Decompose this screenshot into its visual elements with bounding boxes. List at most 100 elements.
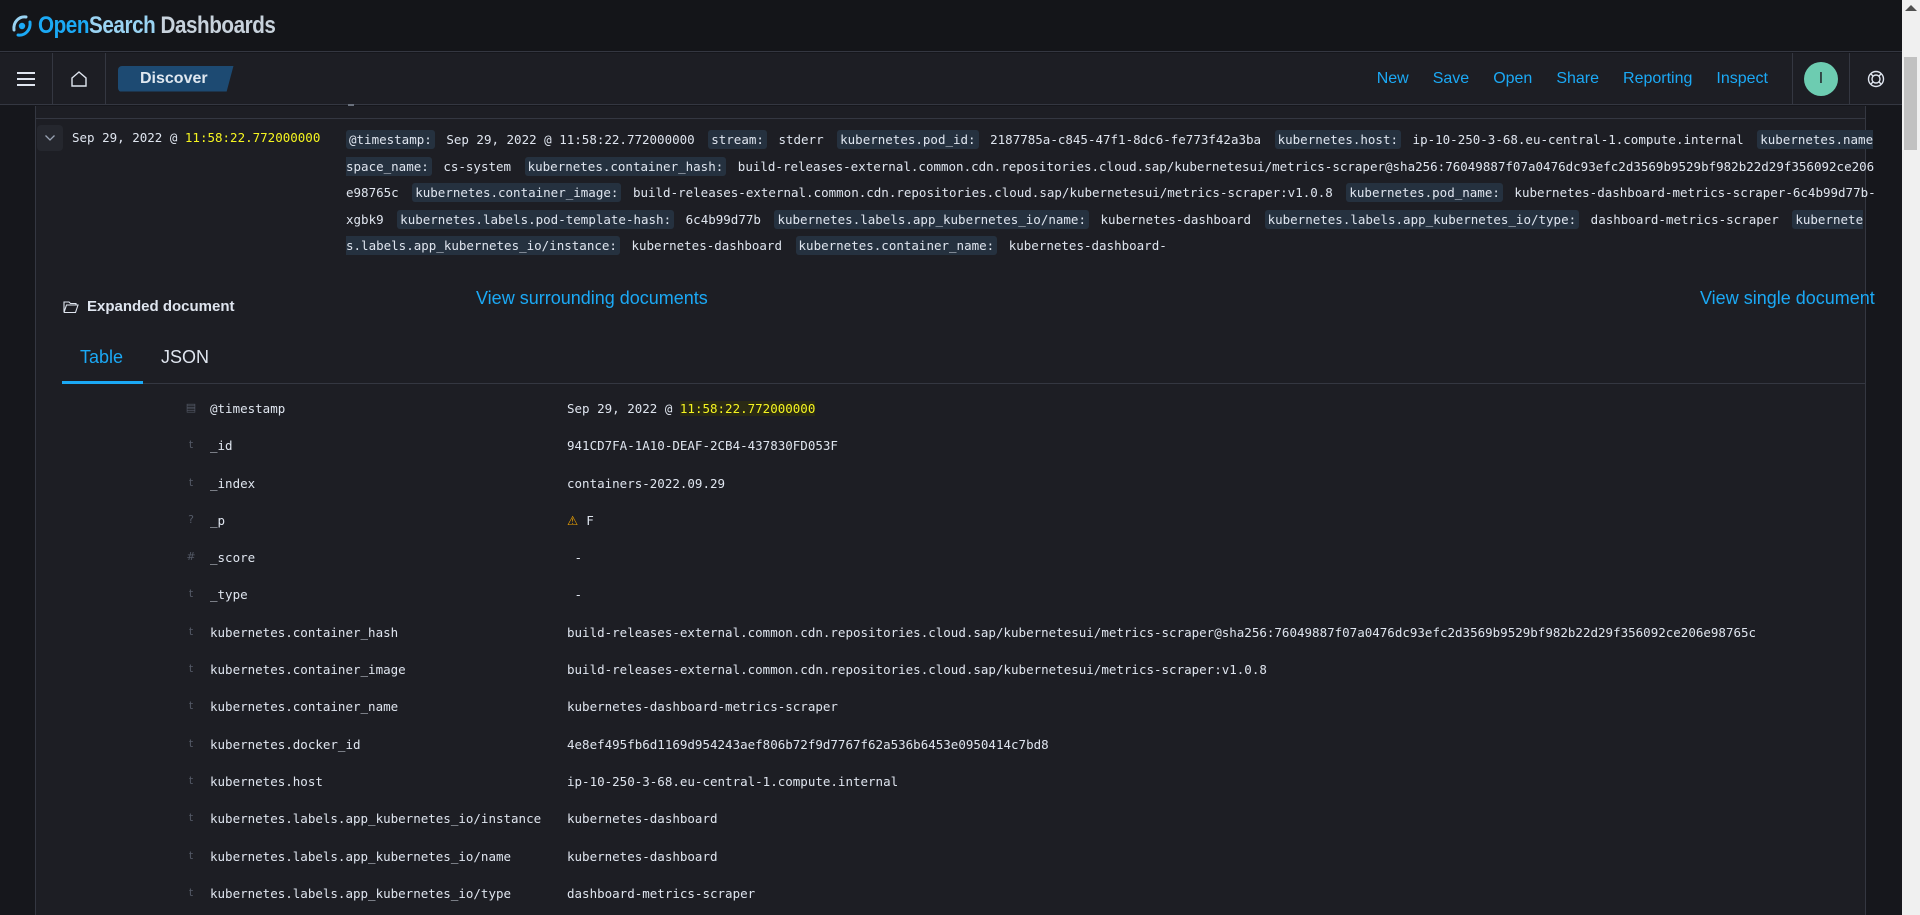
field-value-text: 941CD7FA-1A10-DEAF-2CB4-437830FD053F: [567, 438, 838, 454]
summary-field-key: kubernetes.labels.pod-template-hash:: [397, 209, 675, 229]
divider: [35, 118, 1865, 119]
field-value: -: [567, 550, 583, 565]
fields-table: ▤ @timestamp Sep 29, 2022 @ 11:58:22.77200…: [185, 397, 1885, 915]
share-button[interactable]: Share: [1556, 70, 1599, 88]
table-row: t _type -: [185, 583, 1885, 620]
summary-field-key: kubernetes.container_hash:: [524, 156, 727, 176]
field-name: kubernetes.container_hash: [210, 624, 399, 640]
document-tabs: Table JSON: [62, 335, 1865, 384]
table-row: t kubernetes.labels.app_kubernetes_io/typ…: [185, 882, 1885, 915]
breadcrumb-discover[interactable]: Discover: [118, 65, 234, 92]
inspect-button[interactable]: Inspect: [1716, 70, 1768, 88]
field-type-string-icon: t: [188, 624, 194, 638]
table-row: t kubernetes.docker_id 4e8ef495fb6d1169d95…: [185, 733, 1885, 770]
field-type-string-icon: t: [188, 699, 194, 713]
app-title: OpenSearch Dashboards: [38, 11, 276, 40]
opensearch-logo[interactable]: OpenSearch Dashboards: [10, 12, 314, 40]
page-scrollbar[interactable]: [1902, 0, 1920, 915]
field-value-text: 4e8ef495fb6d1169d954243aef806b72f9d7767f…: [567, 736, 1049, 752]
nav-bar: Discover New Save Open Share Reporting I…: [0, 52, 1902, 105]
summary-field-value: dashboard-metrics-scraper: [1590, 211, 1779, 227]
row-timestamp-time: 11:58:22.772000000: [184, 130, 321, 145]
new-button[interactable]: New: [1377, 70, 1409, 88]
avatar[interactable]: I: [1804, 62, 1838, 96]
field-name: _index: [210, 475, 256, 491]
field-value: Sep 29, 2022 @ 11:58:22.772000000: [567, 401, 816, 416]
field-value: containers-2022.09.29: [567, 476, 725, 491]
field-name: kubernetes.labels.app_kubernetes_io/inst…: [210, 811, 542, 827]
field-name: kubernetes.host: [210, 773, 323, 789]
summary-field-key: kubernetes.pod_id:: [837, 130, 979, 149]
field-value-text: kubernetes-dashboard: [567, 811, 718, 827]
field-value-text: containers-2022.09.29: [567, 475, 726, 491]
table-row: # _score -: [185, 546, 1885, 583]
table-row: t kubernetes.container_name kubernetes-das…: [185, 695, 1885, 732]
table-row: t kubernetes.container_image build-release…: [185, 658, 1885, 695]
summary-field-value: kubernetes-dashboard: [631, 238, 782, 253]
summary-field-value: kubernetes-dashboard: [1100, 211, 1252, 227]
field-type-date-icon: ▤: [185, 401, 197, 414]
summary-field-value: build-releases-external.common.cdn.repos…: [632, 185, 1333, 200]
top-header: OpenSearch Dashboards: [0, 0, 1902, 52]
menu-toggle-button[interactable]: [0, 52, 53, 105]
field-value-date: Sep 29, 2022 @: [567, 401, 680, 416]
summary-field-value: stderr: [778, 132, 824, 147]
summary-field-key: kubernetes.container_name:: [795, 236, 998, 255]
scrollbar-thumb[interactable]: [1904, 57, 1917, 150]
table-row: t kubernetes.host ip-10-250-3-68.eu-centra…: [185, 770, 1885, 807]
summary-field-key: kubernetes.labels.app_kubernetes_io/type…: [1264, 209, 1580, 229]
warning-icon: ⚠: [567, 512, 579, 528]
field-value-text: kubernetes-dashboard-metrics-scraper: [567, 699, 838, 715]
home-icon: [71, 70, 87, 87]
field-type-string-icon: t: [188, 662, 194, 676]
table-row: ? _p ⚠ F: [185, 509, 1885, 546]
reporting-button[interactable]: Reporting: [1623, 70, 1692, 88]
scroll-up-arrow-icon[interactable]: [1905, 5, 1917, 11]
home-button[interactable]: [53, 52, 106, 105]
summary-field-key: @timestamp:: [346, 130, 435, 149]
open-button[interactable]: Open: [1493, 70, 1532, 88]
chevron-down-icon: [45, 135, 55, 141]
table-row: t kubernetes.labels.app_kubernetes_io/ins…: [185, 807, 1885, 844]
tab-json[interactable]: JSON: [161, 347, 209, 368]
field-value: build-releases-external.common.cdn.repos…: [567, 625, 1756, 640]
table-row: t _index containers-2022.09.29: [185, 472, 1885, 509]
summary-field-key: kubernetes.container_image:: [412, 183, 622, 202]
field-value: build-releases-external.common.cdn.repos…: [567, 662, 1267, 677]
field-value: kubernetes-dashboard: [567, 849, 718, 864]
collapse-row-button[interactable]: [37, 125, 63, 151]
help-button[interactable]: [1850, 53, 1902, 105]
hamburger-icon: [17, 71, 35, 86]
field-value-text: build-releases-external.common.cdn.repos…: [567, 662, 1267, 678]
field-name: kubernetes.container_image: [210, 662, 406, 678]
field-value: 941CD7FA-1A10-DEAF-2CB4-437830FD053F: [567, 438, 838, 453]
field-type-string-icon: t: [188, 885, 194, 899]
view-surrounding-documents-link[interactable]: View surrounding documents: [476, 288, 708, 309]
document-links: View surrounding documents View single d…: [50, 288, 1920, 314]
row-timestamp: Sep 29, 2022 @ 11:58:22.772000000: [72, 130, 320, 145]
user-menu: I: [1793, 53, 1849, 105]
field-type-string-icon: t: [188, 773, 194, 787]
field-type-number-icon: #: [186, 550, 196, 564]
save-button[interactable]: Save: [1433, 70, 1469, 88]
logo-text-search: Search: [89, 11, 156, 39]
summary-field-value: Sep 29, 2022 @ 11:58:22.772000000: [446, 132, 695, 147]
tab-table[interactable]: Table: [80, 347, 123, 368]
field-type-string-icon: t: [188, 736, 194, 750]
summary-field-key: kubernetes.pod_name:: [1346, 183, 1503, 202]
field-value-highlight: 11:58:22.772000000: [679, 401, 816, 416]
field-value: dashboard-metrics-scraper: [567, 886, 755, 901]
view-single-document-link[interactable]: View single document: [1700, 288, 1875, 309]
summary-field-key: kubernetes.host:: [1274, 130, 1402, 149]
field-value-text: ip-10-250-3-68.eu-central-1.compute.inte…: [567, 773, 899, 789]
table-row: ▤ @timestamp Sep 29, 2022 @ 11:58:22.77200…: [185, 397, 1885, 434]
field-value: kubernetes-dashboard-metrics-scraper: [567, 699, 838, 714]
field-value: ⚠ F: [567, 513, 594, 528]
field-type-unknown-icon: ?: [188, 512, 194, 526]
field-type-string-icon: t: [188, 475, 194, 489]
field-name: kubernetes.labels.app_kubernetes_io/name: [210, 848, 512, 864]
summary-field-value: kubernetes-dashboard-: [1008, 238, 1167, 253]
field-name: kubernetes.docker_id: [210, 736, 361, 752]
divider: [348, 104, 354, 106]
document-summary: @timestamp: Sep 29, 2022 @ 11:58:22.7720…: [346, 127, 1876, 259]
